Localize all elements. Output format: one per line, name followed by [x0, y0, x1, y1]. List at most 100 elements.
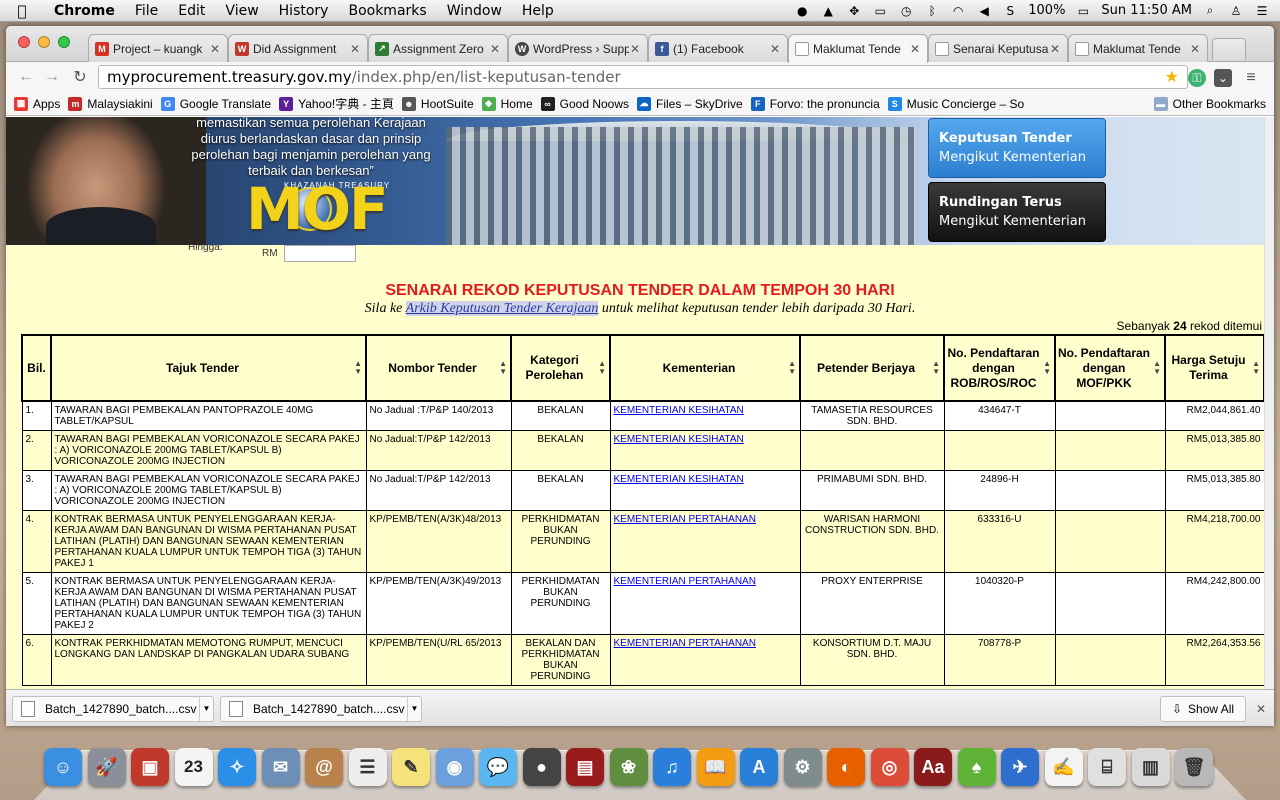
- close-window-button[interactable]: [18, 36, 30, 48]
- reminders-icon[interactable]: ☰: [348, 748, 387, 786]
- page-scrollbar[interactable]: [1264, 117, 1274, 689]
- notification-center-icon[interactable]: ☰: [1254, 4, 1270, 18]
- tab-close-icon[interactable]: ✕: [1049, 42, 1061, 56]
- header-nombor-tender[interactable]: Nombor Tender ▲ ▼: [365, 334, 512, 402]
- sort-arrows-icon[interactable]: ▲ ▼: [932, 360, 940, 376]
- menu-help[interactable]: Help: [512, 3, 564, 19]
- header-kementerian[interactable]: Kementerian ▲ ▼: [609, 334, 801, 402]
- back-arrow-icon[interactable]: ←: [14, 68, 38, 86]
- bookmark-hootsuite[interactable]: ☻ HootSuite: [401, 96, 474, 111]
- evernote-icon[interactable]: ♠: [957, 748, 996, 786]
- openoffice-icon[interactable]: ✈: [1001, 748, 1039, 786]
- notes-icon[interactable]: ✎: [392, 748, 430, 786]
- tab-maklumat-tender-2[interactable]: Maklumat Tende ✕: [1068, 34, 1208, 62]
- messages-icon[interactable]: 💬: [479, 748, 517, 786]
- menu-bookmarks[interactable]: Bookmarks: [338, 3, 436, 19]
- bookmark-music-concierge[interactable]: S Music Concierge – So: [887, 96, 1024, 111]
- calendar-icon[interactable]: 23: [174, 748, 213, 786]
- keputusan-tender-button[interactable]: Keputusan Tender Mengikut Kementerian: [928, 118, 1106, 178]
- tab-maklumat-tender-active[interactable]: Maklumat Tende ✕: [788, 34, 928, 63]
- download-item[interactable]: Batch_1427890_batch....csv ▼: [12, 696, 214, 722]
- tab-assignment-zero[interactable]: ↗ Assignment Zero ✕: [368, 34, 508, 62]
- download-item[interactable]: Batch_1427890_batch....csv ▼: [220, 696, 422, 722]
- pocket-icon[interactable]: ⌄: [1214, 69, 1232, 87]
- input-source-icon[interactable]: S: [1002, 4, 1018, 18]
- download-menu-caret-icon[interactable]: ▼: [199, 697, 213, 721]
- menu-history[interactable]: History: [269, 3, 339, 19]
- kementerian-link[interactable]: KEMENTERIAN PERTAHANAN: [614, 638, 756, 649]
- bluetooth-icon[interactable]: ᛒ: [924, 4, 940, 18]
- extension-lock-icon[interactable]: ⚿: [1188, 69, 1206, 87]
- tab-close-icon[interactable]: ✕: [769, 42, 781, 56]
- reload-icon[interactable]: ↻: [68, 67, 92, 87]
- system-preferences-icon[interactable]: ⚙: [783, 748, 822, 786]
- show-all-downloads-button[interactable]: ⇩ Show All: [1160, 696, 1246, 722]
- tab-gmail-project[interactable]: M Project – kuangk ✕: [88, 34, 228, 62]
- bookmark-google-translate[interactable]: G Google Translate: [160, 96, 271, 111]
- kementerian-link[interactable]: KEMENTERIAN KESIHATAN: [614, 405, 744, 416]
- menu-edit[interactable]: Edit: [168, 3, 215, 19]
- photo-booth-icon[interactable]: ▣: [131, 748, 169, 786]
- spotlight-search-icon[interactable]: ⌕: [1202, 3, 1218, 18]
- mof-logo[interactable]: MOF: [246, 179, 389, 239]
- header-no-pendaftaran-rob[interactable]: No. Pendaftaran dengan ROB/ROS/ROC ▲ ▼: [943, 334, 1056, 402]
- download-menu-caret-icon[interactable]: ▼: [407, 697, 421, 721]
- preview-icon[interactable]: ◉: [435, 748, 474, 786]
- menu-app-name[interactable]: Chrome: [44, 3, 125, 19]
- tab-close-icon[interactable]: ✕: [629, 42, 641, 56]
- sort-arrows-icon[interactable]: ▲ ▼: [354, 360, 362, 376]
- bookmark-home[interactable]: ◆ Home: [481, 96, 533, 111]
- header-tajuk-tender[interactable]: Tajuk Tender ▲ ▼: [50, 334, 367, 402]
- sort-arrows-icon[interactable]: ▲ ▼: [1043, 360, 1051, 376]
- photobooth-icon[interactable]: ▤: [566, 748, 604, 786]
- skype-status-icon[interactable]: ●: [794, 4, 810, 18]
- new-tab-button[interactable]: [1212, 38, 1246, 60]
- iphoto-icon[interactable]: ❀: [609, 748, 648, 786]
- downloads-stack-icon[interactable]: ⌸: [1088, 748, 1126, 786]
- bookmark-malaysiakini[interactable]: m Malaysiakini: [68, 96, 153, 111]
- tab-close-icon[interactable]: ✕: [909, 42, 921, 56]
- close-downloads-icon[interactable]: ✕: [1256, 702, 1266, 716]
- textedit-icon[interactable]: ✍: [1044, 748, 1083, 786]
- google-drive-icon[interactable]: ▲: [820, 4, 836, 18]
- sort-arrows-icon[interactable]: ▲ ▼: [788, 360, 796, 376]
- sort-arrows-icon[interactable]: ▲ ▼: [499, 360, 507, 376]
- bookmark-good-noows[interactable]: ∞ Good Noows: [540, 96, 629, 111]
- minimize-window-button[interactable]: [38, 36, 50, 48]
- time-machine-icon[interactable]: ◷: [898, 4, 914, 18]
- bookmark-skydrive[interactable]: ☁ Files – SkyDrive: [637, 96, 743, 111]
- zoom-window-button[interactable]: [58, 36, 70, 48]
- launchpad-icon[interactable]: 🚀: [87, 748, 126, 786]
- facetime-icon[interactable]: ●: [522, 748, 561, 786]
- menu-file[interactable]: File: [125, 3, 168, 19]
- clock[interactable]: Sun 11:50 AM: [1101, 3, 1192, 18]
- rundingan-terus-button[interactable]: Rundingan Terus Mengikut Kementerian: [928, 182, 1106, 242]
- dictionary-icon[interactable]: Aa: [914, 748, 952, 786]
- kementerian-link[interactable]: KEMENTERIAN PERTAHANAN: [614, 514, 756, 525]
- ibooks-icon[interactable]: 📖: [696, 748, 735, 786]
- bookmark-yahoo-dictionary[interactable]: Y Yahoo!字典 - 主頁: [279, 95, 394, 112]
- safari-icon[interactable]: ✧: [218, 748, 256, 786]
- sort-arrows-icon[interactable]: ▲ ▼: [598, 360, 606, 376]
- header-no-pendaftaran-mof[interactable]: No. Pendaftaran dengan MOF/PKK ▲ ▼: [1054, 334, 1166, 402]
- chrome-menu-icon[interactable]: ≡: [1242, 69, 1260, 87]
- finder-icon[interactable]: ☺: [44, 748, 82, 786]
- forward-arrow-icon[interactable]: →: [40, 68, 64, 86]
- dropbox-icon[interactable]: ✥: [846, 4, 862, 18]
- apple-menu-icon[interactable]: : [0, 2, 44, 20]
- trash-icon[interactable]: 🗑: [1175, 748, 1213, 786]
- header-kategori-perolehan[interactable]: Kategori Perolehan ▲ ▼: [510, 334, 611, 402]
- kementerian-link[interactable]: KEMENTERIAN KESIHATAN: [614, 474, 744, 485]
- mail-icon[interactable]: ✉: [261, 748, 300, 786]
- battery-icon[interactable]: ▭: [1075, 4, 1091, 18]
- kementerian-link[interactable]: KEMENTERIAN PERTAHANAN: [614, 576, 756, 587]
- tab-close-icon[interactable]: ✕: [209, 42, 221, 56]
- menu-window[interactable]: Window: [437, 3, 512, 19]
- airplay-icon[interactable]: ▭: [872, 4, 888, 18]
- itunes-icon[interactable]: ♫: [653, 748, 691, 786]
- tab-wordpress-support[interactable]: W WordPress › Supp ✕: [508, 34, 648, 62]
- sort-arrows-icon[interactable]: ▲ ▼: [1252, 360, 1260, 376]
- user-icon[interactable]: ♙: [1228, 4, 1244, 18]
- firefox-icon[interactable]: ◐: [827, 748, 865, 786]
- kementerian-link[interactable]: KEMENTERIAN KESIHATAN: [614, 434, 744, 445]
